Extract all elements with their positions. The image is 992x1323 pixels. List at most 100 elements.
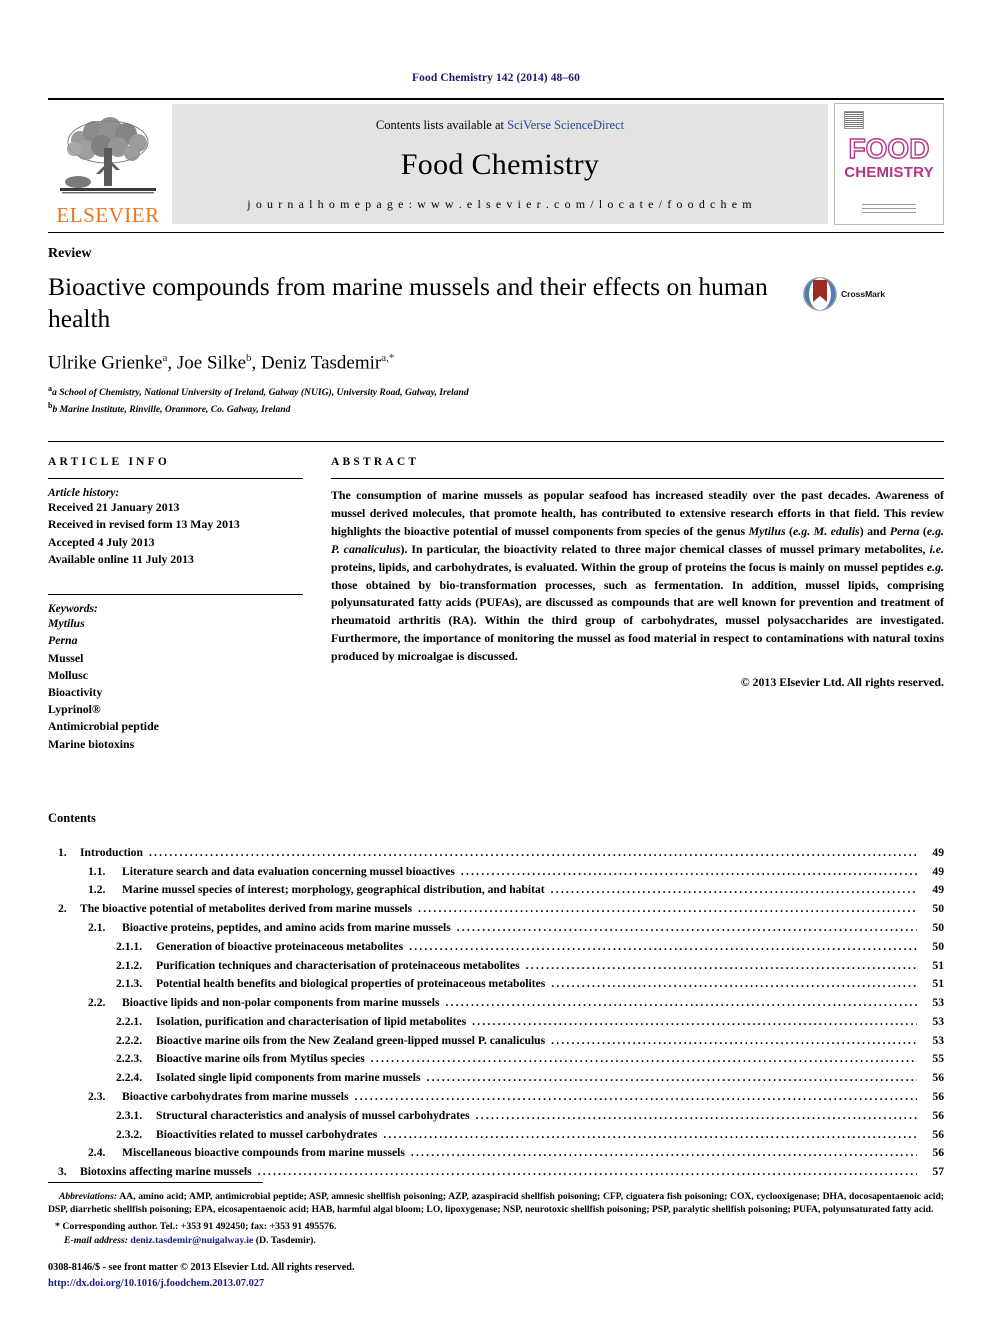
article-history-received: Received 21 January 2013 <box>48 500 180 515</box>
contents-entry-number: 2.2. <box>88 996 106 1010</box>
keyword-item: Bioactivity <box>48 685 103 700</box>
doi-link[interactable]: http://dx.doi.org/10.1016/j.foodchem.201… <box>48 1276 944 1291</box>
keyword-item: Perna <box>48 633 78 648</box>
contents-entry-page: 53 <box>932 1014 944 1028</box>
cover-badge-icon <box>844 111 864 129</box>
contents-entry[interactable]: 2. The bioactive potential of metabolites… <box>48 900 944 919</box>
contents-entry[interactable]: 2.1.2. Purification techniques and charac… <box>48 957 944 976</box>
contents-entry[interactable]: 2.2.2. Bioactive marine oils from the New… <box>48 1032 944 1051</box>
contents-entry[interactable]: 1.2. Marine mussel species of interest; m… <box>48 881 944 900</box>
affiliation-b-text: b Marine Institute, Rinville, Oranmore, … <box>52 404 291 416</box>
cover-title-line1: FOOD <box>848 133 930 164</box>
contents-entry-label: Marine mussel species of interest; morph… <box>122 883 545 897</box>
article-info-heading: ARTICLE INFO <box>48 456 171 469</box>
contents-entry-page: 53 <box>932 996 944 1010</box>
article-history-online: Available online 11 July 2013 <box>48 551 194 566</box>
contents-entry-label: Miscellaneous bioactive compounds from m… <box>122 1146 405 1160</box>
contents-entry[interactable]: 2.4. Miscellaneous bioactive compounds fr… <box>48 1144 944 1163</box>
masthead-center-panel: Contents lists available at SciVerse Sci… <box>172 104 828 224</box>
contents-list: 1. Introduction..........................… <box>48 844 944 1182</box>
email-link[interactable]: deniz.tasdemir@nuigalway.ie <box>130 1235 253 1246</box>
author-affil-marker-a: a <box>162 351 168 364</box>
contents-entry-number: 1.2. <box>88 883 106 897</box>
contents-entry-leader: ........................................… <box>475 1108 917 1122</box>
email-note: E-mail address: deniz.tasdemir@nuigalway… <box>48 1234 944 1249</box>
contents-entry-label: The bioactive potential of metabolites d… <box>80 902 413 916</box>
corresponding-author-note: * Corresponding author. Tel.: +353 91 49… <box>55 1220 337 1232</box>
contents-entry-leader: ........................................… <box>148 845 917 859</box>
contents-entry-leader: ........................................… <box>354 1090 917 1104</box>
contents-entry-leader: ........................................… <box>550 883 917 897</box>
contents-entry-number: 2.1. <box>88 921 106 935</box>
keyword-item: Mollusc <box>48 667 88 682</box>
contents-entry[interactable]: 2.2.3. Bioactive marine oils from Mytilus… <box>48 1050 944 1069</box>
abstract-text: The consumption of marine mussels as pop… <box>331 488 945 663</box>
contents-entry-page: 50 <box>932 939 944 953</box>
crossmark-badge[interactable]: CrossMark <box>803 277 885 311</box>
article-type: Review <box>48 246 92 261</box>
contents-entry-leader: ........................................… <box>525 958 917 972</box>
affiliation-a: aa School of Chemistry, National Univers… <box>48 383 944 400</box>
contents-entry-page: 56 <box>932 1071 944 1085</box>
elsevier-logo: ELSEVIER <box>48 100 168 228</box>
contents-entry-number: 2.3.2. <box>116 1127 143 1141</box>
contents-entry[interactable]: 2.3.1. Structural characteristics and ana… <box>48 1107 944 1126</box>
contents-entry-label: Structural characteristics and analysis … <box>156 1108 470 1122</box>
abbreviations-note: Abbreviations: AA, amino acid; AMP, anti… <box>48 1190 944 1217</box>
contents-entry-label: Bioactive proteins, peptides, and amino … <box>122 921 451 935</box>
abstract-heading: ABSTRACT <box>331 456 420 469</box>
article-info-rule <box>48 478 303 480</box>
contents-entry-page: 53 <box>932 1033 944 1047</box>
contents-entry-number: 2.3. <box>88 1090 106 1104</box>
contents-entry-leader: ........................................… <box>472 1014 917 1028</box>
contents-entry[interactable]: 2.1.3. Potential health benefits and biol… <box>48 975 944 994</box>
contents-entry-number: 2.2.2. <box>116 1033 143 1047</box>
contents-entry-leader: ........................................… <box>456 921 917 935</box>
contents-entry-page: 49 <box>932 845 944 859</box>
sciencedirect-link[interactable]: SciVerse ScienceDirect <box>507 118 624 132</box>
contents-heading: Contents <box>48 810 96 825</box>
table-of-contents: Contents 1. Introduction.................… <box>48 811 944 1182</box>
contents-entry-number: 2.4. <box>88 1146 106 1160</box>
contents-entry-label: Isolation, purification and characterisa… <box>156 1014 467 1028</box>
contents-entry-number: 2.1.1. <box>116 939 143 953</box>
affiliation-a-text: a School of Chemistry, National Universi… <box>52 387 469 399</box>
contents-entry-leader: ........................................… <box>418 902 917 916</box>
info-abstract-region: ARTICLE INFO Article history: Received 2… <box>48 441 944 753</box>
contents-entry[interactable]: 2.1.1. Generation of bioactive proteinace… <box>48 938 944 957</box>
contents-entry-label: Bioactive lipids and non-polar component… <box>122 996 440 1010</box>
journal-title: Food Chemistry <box>400 148 600 181</box>
contents-entry-leader: ........................................… <box>257 1165 917 1179</box>
page-title: Bioactive compounds from marine mussels … <box>48 272 768 333</box>
contents-entry-label: Bioactivities related to mussel carbohyd… <box>156 1127 378 1141</box>
issn-front-matter: 0308-8146/$ - see front matter © 2013 El… <box>48 1262 355 1274</box>
contents-entry[interactable]: 1. Introduction..........................… <box>48 844 944 863</box>
affiliation-b: bb Marine Institute, Rinville, Oranmore,… <box>48 400 944 417</box>
contents-entry[interactable]: 2.1. Bioactive proteins, peptides, and am… <box>48 919 944 938</box>
contents-entry[interactable]: 1.1. Literature search and data evaluatio… <box>48 863 944 882</box>
contents-entry-number: 2.1.2. <box>116 958 143 972</box>
contents-entry[interactable]: 2.2. Bioactive lipids and non-polar compo… <box>48 994 944 1013</box>
crossmark-icon <box>803 277 837 311</box>
email-label: E-mail address: <box>64 1235 128 1247</box>
running-head: Food Chemistry 142 (2014) 48–60 <box>412 72 580 84</box>
article-history-revised: Received in revised form 13 May 2013 <box>48 517 240 532</box>
contents-entry[interactable]: 2.3.2. Bioactivities related to mussel ca… <box>48 1126 944 1145</box>
contents-entry-number: 2.1.3. <box>116 977 143 991</box>
contents-entry-page: 51 <box>932 977 944 991</box>
contents-entry[interactable]: 3. Biotoxins affecting marine mussels....… <box>48 1163 944 1182</box>
contents-entry-page: 56 <box>932 1146 944 1160</box>
contents-entry[interactable]: 2.2.1. Isolation, purification and charac… <box>48 1013 944 1032</box>
contents-entry-page: 56 <box>932 1127 944 1141</box>
abstract-column: ABSTRACT The consumption of marine musse… <box>331 456 944 753</box>
contents-entry[interactable]: 2.2.4. Isolated single lipid components f… <box>48 1069 944 1088</box>
contents-entry-page: 50 <box>932 902 944 916</box>
article-info-column: ARTICLE INFO Article history: Received 2… <box>48 456 303 753</box>
abstract-rule <box>331 478 944 480</box>
journal-homepage-line[interactable]: j o u r n a l h o m e p a g e : w w w . … <box>247 197 752 212</box>
contents-entry[interactable]: 2.3. Bioactive carbohydrates from marine … <box>48 1088 944 1107</box>
author-affil-marker-b: b <box>246 351 252 364</box>
footnotes-region: Abbreviations: AA, amino acid; AMP, anti… <box>48 1181 944 1291</box>
contents-entry-page: 56 <box>932 1090 944 1104</box>
contents-available-line: Contents lists available at SciVerse Sci… <box>376 118 624 133</box>
